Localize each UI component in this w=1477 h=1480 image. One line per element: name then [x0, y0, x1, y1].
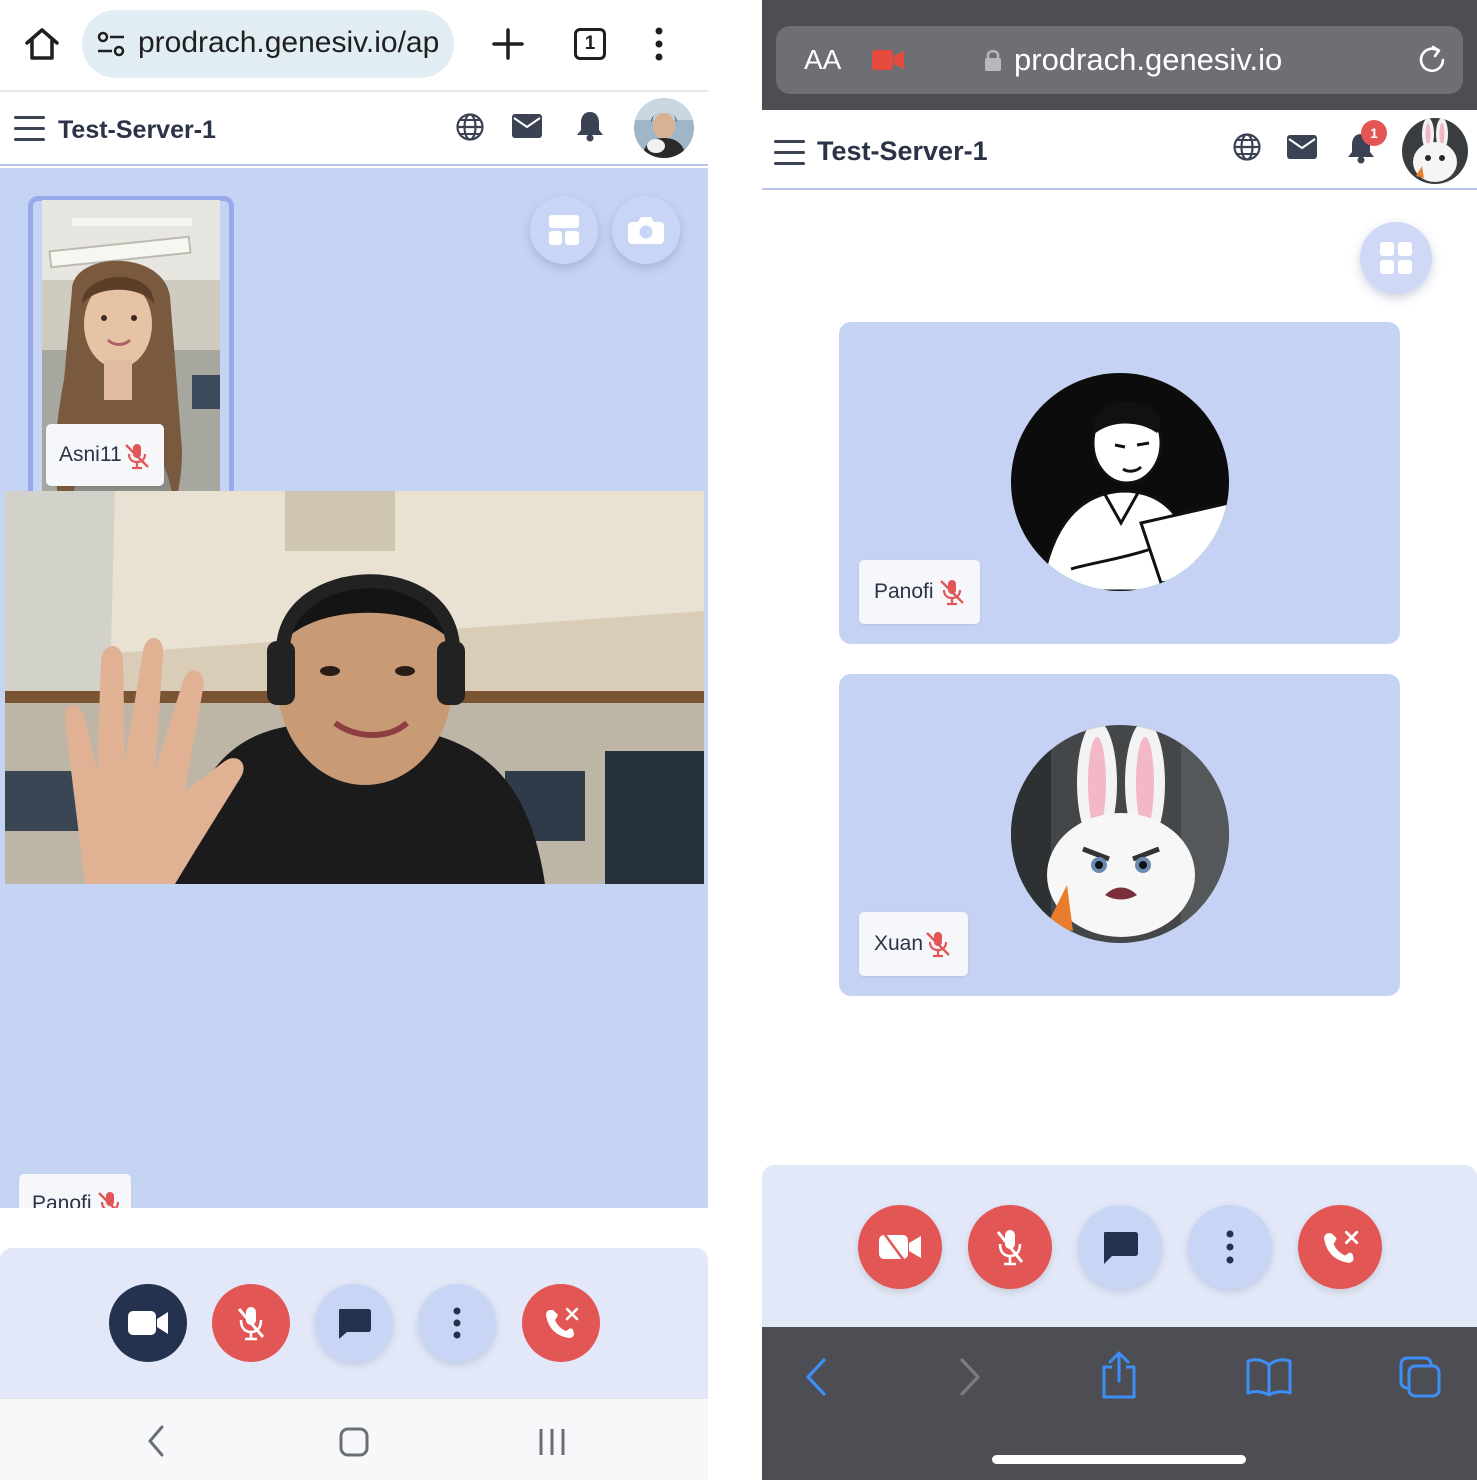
- mic-muted-icon: [125, 444, 149, 470]
- participant-name: Panofi: [32, 1192, 92, 1208]
- address-bar[interactable]: AA prodrach.genesiv.io: [776, 26, 1463, 94]
- participant-name: Asni11: [59, 443, 122, 466]
- end-call-button[interactable]: [522, 1284, 600, 1362]
- text-size-button[interactable]: AA: [804, 44, 841, 76]
- mic-toggle-button[interactable]: [968, 1205, 1052, 1289]
- layout-grid-button[interactable]: [530, 196, 598, 264]
- video-off-icon: [879, 1232, 921, 1262]
- address-bar[interactable]: prodrach.genesiv.io/ap: [82, 10, 454, 78]
- mic-muted-icon: [98, 1192, 120, 1208]
- stage-gap: [0, 1208, 708, 1248]
- globe-icon[interactable]: [1232, 132, 1262, 162]
- app-header: Test-Server-1 1: [762, 110, 1477, 190]
- more-options-button[interactable]: [1188, 1205, 1272, 1289]
- mail-icon[interactable]: [1287, 135, 1317, 159]
- participant-name: Xuan: [874, 932, 924, 955]
- url-text: prodrach.genesiv.io/ap: [138, 26, 440, 59]
- mic-muted-icon: [940, 580, 964, 606]
- switch-camera-button[interactable]: [612, 196, 680, 264]
- tabs-icon[interactable]: [1398, 1355, 1442, 1399]
- chat-button[interactable]: [1078, 1205, 1162, 1289]
- screenshot-root: prodrach.genesiv.io/ap 1 Test-Server-1 A…: [0, 0, 1477, 1480]
- video-camera-icon: [128, 1311, 168, 1335]
- new-tab-icon[interactable]: [490, 26, 526, 62]
- end-call-button[interactable]: [1298, 1205, 1382, 1289]
- home-icon[interactable]: [22, 24, 62, 64]
- safari-bottom-toolbar: [762, 1327, 1477, 1480]
- mail-icon[interactable]: [512, 114, 542, 138]
- grid-icon: [549, 215, 579, 245]
- home-button-icon[interactable]: [339, 1427, 369, 1457]
- chrome-toolbar: prodrach.genesiv.io/ap 1: [0, 0, 708, 92]
- participant-name-chip-asni11: Asni11: [46, 424, 164, 486]
- home-indicator: [992, 1455, 1246, 1464]
- site-settings-icon[interactable]: [96, 30, 126, 58]
- android-phone: prodrach.genesiv.io/ap 1 Test-Server-1 A…: [0, 0, 708, 1480]
- xuan-avatar-rabbit: [1011, 725, 1229, 943]
- more-vertical-icon: [1226, 1230, 1234, 1264]
- video-toggle-button[interactable]: [109, 1284, 187, 1362]
- safari-top-bar: AA prodrach.genesiv.io: [762, 0, 1477, 110]
- ios-phone: AA prodrach.genesiv.io Test-Server-1 1 P…: [762, 0, 1477, 1480]
- bell-icon[interactable]: [576, 110, 604, 142]
- layout-grid-button[interactable]: [1360, 222, 1432, 294]
- more-vertical-icon: [453, 1307, 461, 1339]
- mic-off-icon: [996, 1230, 1024, 1266]
- camera-icon: [628, 217, 664, 244]
- mic-off-icon: [237, 1307, 265, 1341]
- url-text: prodrach.genesiv.io: [1014, 42, 1283, 77]
- hamburger-menu-icon[interactable]: [14, 116, 45, 141]
- mic-toggle-button[interactable]: [212, 1284, 290, 1362]
- android-nav-bar: [0, 1398, 708, 1480]
- call-controls: [0, 1248, 708, 1398]
- user-avatar[interactable]: [634, 98, 694, 158]
- participant-avatar: [1011, 725, 1229, 943]
- hamburger-menu-icon[interactable]: [774, 140, 805, 165]
- server-name: Test-Server-1: [817, 136, 988, 166]
- globe-icon[interactable]: [455, 112, 485, 142]
- main-participant-video[interactable]: [5, 491, 704, 884]
- mic-muted-icon: [926, 932, 950, 958]
- participant-name: Panofi: [874, 580, 934, 603]
- video-toggle-button[interactable]: [858, 1205, 942, 1289]
- more-options-button[interactable]: [418, 1284, 496, 1362]
- share-icon[interactable]: [1100, 1351, 1138, 1399]
- phone-end-icon: [1324, 1230, 1359, 1263]
- chat-icon: [339, 1309, 371, 1339]
- server-name: Test-Server-1: [58, 116, 216, 144]
- back-icon[interactable]: [146, 1425, 166, 1457]
- back-icon[interactable]: [804, 1357, 828, 1397]
- overflow-menu-icon[interactable]: [650, 26, 668, 62]
- participant-name-chip: Panofi: [859, 560, 980, 624]
- chat-button[interactable]: [315, 1284, 393, 1362]
- camera-in-use-icon[interactable]: [872, 50, 904, 70]
- participant-avatar: [1011, 373, 1229, 591]
- forward-icon[interactable]: [958, 1357, 982, 1397]
- user-avatar[interactable]: [1402, 118, 1468, 184]
- lock-icon: [985, 50, 1001, 71]
- chat-icon: [1104, 1232, 1138, 1264]
- panofi-avatar-illustration: [1011, 373, 1229, 591]
- notification-badge: 1: [1361, 120, 1387, 146]
- call-controls: [762, 1165, 1477, 1327]
- participant-tile-xuan[interactable]: Xuan: [839, 674, 1400, 996]
- participant-tile-panofi[interactable]: Panofi: [839, 322, 1400, 644]
- bookmarks-icon[interactable]: [1246, 1357, 1292, 1397]
- participant-name-chip: Xuan: [859, 912, 968, 976]
- grid-icon: [1380, 242, 1412, 274]
- recent-apps-icon[interactable]: [538, 1427, 566, 1457]
- reload-icon[interactable]: [1416, 44, 1448, 76]
- phone-end-icon: [546, 1307, 579, 1338]
- participant-name-chip-panofi: Panofi: [19, 1174, 131, 1208]
- tab-switcher-button[interactable]: 1: [574, 28, 606, 60]
- app-header: Test-Server-1: [0, 94, 708, 166]
- main-video-photo: [5, 491, 704, 884]
